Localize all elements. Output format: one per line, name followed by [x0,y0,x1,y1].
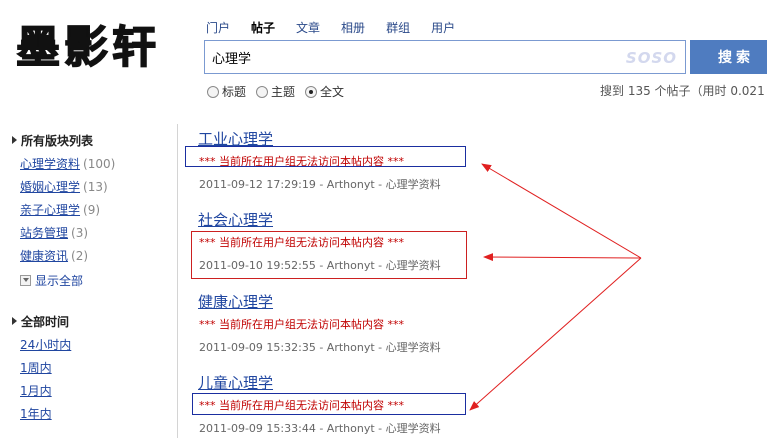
result-access-message: *** 当前所在用户组无法访问本帖内容 *** [199,399,404,412]
scope-fulltext-option[interactable]: 全文 [305,83,344,100]
time-filter-month[interactable]: 1月内 [20,382,52,399]
forums-heading: 所有版块列表 [12,132,93,149]
nav-albums[interactable]: 相册 [341,19,365,36]
triangle-right-icon [12,317,17,325]
search-input[interactable] [205,41,625,73]
result-title-link[interactable]: 工业心理学 [198,128,273,149]
scope-title-option[interactable]: 标题 [207,83,246,100]
result-item: 儿童心理学 *** 当前所在用户组无法访问本帖内容 *** 2011-09-09… [198,372,441,435]
forum-count: (2) [71,249,89,263]
result-meta: 2011-09-09 15:32:35 - Arthonyt - 心理学资料 [199,341,441,354]
time-filter-24h[interactable]: 24小时内 [20,336,71,353]
result-count: 搜到 135 个帖子（用时 0.021 秒） [600,84,767,98]
result-meta: 2011-09-10 19:52:55 - Arthonyt - 心理学资料 [199,259,441,272]
search-scope: 标题 主题 全文 [207,83,354,100]
sidebar-item-forum[interactable]: 健康资讯 (2) [20,247,88,264]
annotation-arrow [481,163,642,259]
show-all-button[interactable]: 显示全部 [20,272,83,289]
site-logo[interactable]: 墨影轩 [16,18,184,78]
sidebar-item-forum[interactable]: 站务管理 (3) [20,224,88,241]
result-access-message: *** 当前所在用户组无法访问本帖内容 *** [199,155,404,168]
result-title-link[interactable]: 儿童心理学 [198,372,273,393]
result-title-link[interactable]: 社会心理学 [198,209,273,230]
nav-portal[interactable]: 门户 [206,19,230,36]
forum-count: (100) [83,157,116,171]
time-heading: 全部时间 [12,313,69,330]
result-item: 工业心理学 *** 当前所在用户组无法访问本帖内容 *** 2011-09-12… [198,128,441,191]
result-access-message: *** 当前所在用户组无法访问本帖内容 *** [199,236,404,249]
sidebar-item-forum[interactable]: 亲子心理学 (9) [20,201,100,218]
triangle-right-icon [12,136,17,144]
result-meta: 2011-09-12 17:29:19 - Arthonyt - 心理学资料 [199,178,441,191]
forum-count: (9) [83,203,101,217]
top-nav: 门户 帖子 文章 相册 群组 用户 [206,19,476,36]
scope-title-label: 标题 [222,85,247,99]
result-meta: 2011-09-09 15:33:44 - Arthonyt - 心理学资料 [199,422,441,435]
result-access-message: *** 当前所在用户组无法访问本帖内容 *** [199,318,404,331]
expand-icon [20,275,31,286]
time-filter-year[interactable]: 1年内 [20,405,52,422]
search-button[interactable]: 搜索 [690,40,767,74]
forum-count: (3) [71,226,89,240]
result-title-link[interactable]: 健康心理学 [198,291,273,312]
scope-fulltext-label: 全文 [320,85,345,99]
radio-icon[interactable] [207,85,219,98]
sidebar-item-forum[interactable]: 心理学资料 (100) [20,155,115,172]
annotation-arrow [469,257,642,411]
site-logo-text: 墨影轩 [16,22,160,73]
radio-checked-icon[interactable] [305,85,318,98]
radio-icon[interactable] [256,85,269,98]
soso-logo: SOSO [625,49,677,67]
scope-subject-option[interactable]: 主题 [256,83,295,100]
result-item: 社会心理学 *** 当前所在用户组无法访问本帖内容 *** 2011-09-10… [198,209,441,272]
sidebar-item-forum[interactable]: 婚姻心理学 (13) [20,178,108,195]
nav-threads[interactable]: 帖子 [251,19,275,36]
nav-groups[interactable]: 群组 [386,19,410,36]
forum-count: (13) [83,180,108,194]
search-box: SOSO [204,40,686,74]
scope-subject-label: 主题 [271,85,296,99]
time-filter-week[interactable]: 1周内 [20,359,52,376]
result-item: 健康心理学 *** 当前所在用户组无法访问本帖内容 *** 2011-09-09… [198,291,441,354]
nav-users[interactable]: 用户 [431,19,455,36]
sidebar: 所有版块列表 心理学资料 (100) 婚姻心理学 (13) 亲子心理学 (9) 站务管… [0,124,178,438]
nav-articles[interactable]: 文章 [296,19,320,36]
annotation-arrow [483,253,642,262]
